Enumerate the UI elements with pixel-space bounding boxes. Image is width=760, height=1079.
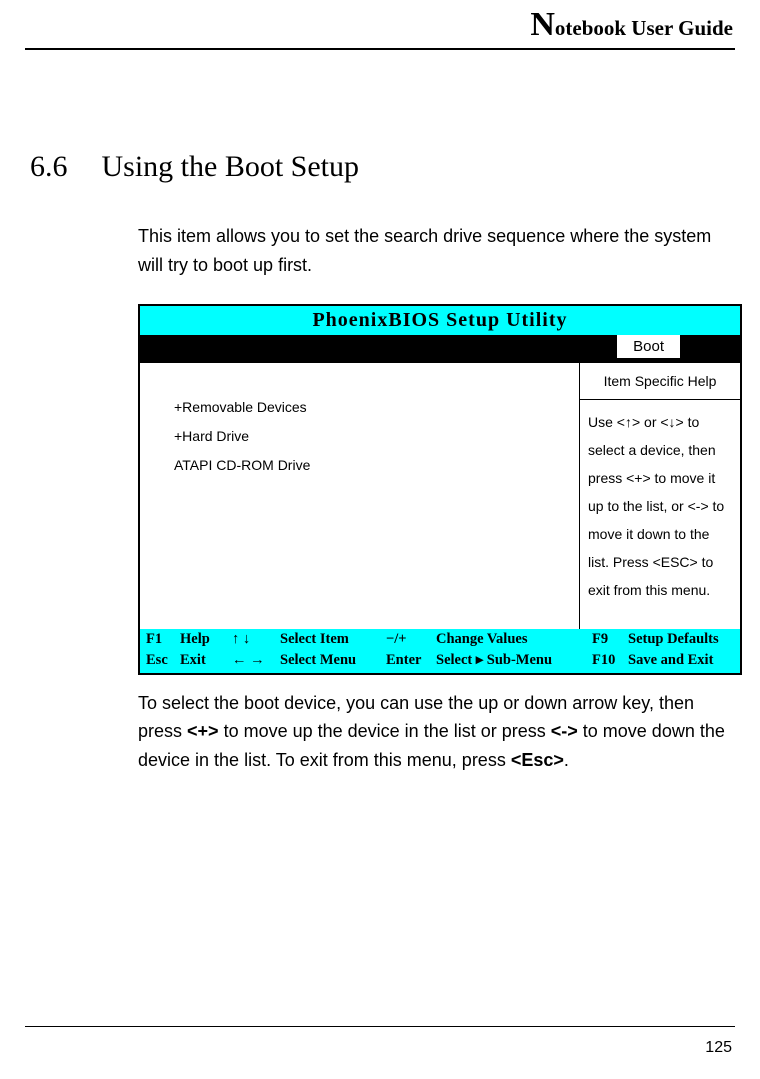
bios-main-area: +Removable Devices +Hard Drive ATAPI CD-… <box>140 363 740 629</box>
footer-rule <box>25 1026 735 1027</box>
bios-tab-boot: Boot <box>617 335 680 358</box>
page-header: Notebook User Guide <box>25 0 735 50</box>
section-title: Using the Boot Setup <box>102 150 360 183</box>
boot-device-item: +Hard Drive <box>174 422 569 451</box>
key-f1: F1 <box>146 631 180 648</box>
key-enter: Enter <box>386 652 436 669</box>
header-title: Notebook User Guide <box>530 6 733 44</box>
label-select-item: Select Item <box>280 631 386 648</box>
label-exit: Exit <box>180 652 232 669</box>
key-f10: F10 <box>592 652 628 669</box>
bios-device-list: +Removable Devices +Hard Drive ATAPI CD-… <box>140 363 580 629</box>
outro-text: to move up the device in the list or pre… <box>219 721 551 741</box>
arrows-leftright-icon: ← → <box>232 652 280 669</box>
help-body: Use <↑> or <↓> to select a device, then … <box>580 400 740 612</box>
footer-row-2: Esc Exit ← → Select Menu Enter Select ▸ … <box>146 650 734 671</box>
label-setup-defaults: Setup Defaults <box>628 631 734 648</box>
bios-setup-box: PhoenixBIOS Setup Utility Boot +Removabl… <box>138 304 742 675</box>
bios-footer: F1 Help ↑ ↓ Select Item −/+ Change Value… <box>140 629 740 673</box>
help-header: Item Specific Help <box>580 363 740 400</box>
arrows-updown-icon: ↑ ↓ <box>232 631 280 648</box>
label-help: Help <box>180 631 232 648</box>
keycap-minus: <-> <box>551 721 578 741</box>
bios-tab-bar: Boot <box>140 335 740 363</box>
page-content: 6.6 Using the Boot Setup This item allows… <box>0 50 760 775</box>
label-select-submenu: Select ▸ Sub-Menu <box>436 652 592 669</box>
bios-title: PhoenixBIOS Setup Utility <box>140 306 740 335</box>
key-f9: F9 <box>592 631 628 648</box>
header-dropcap: N <box>530 6 555 43</box>
section-heading: 6.6 Using the Boot Setup <box>30 150 730 184</box>
section-number: 6.6 <box>30 150 68 183</box>
boot-device-item: +Removable Devices <box>174 393 569 422</box>
boot-device-item: ATAPI CD-ROM Drive <box>174 451 569 480</box>
intro-paragraph: This item allows you to set the search d… <box>138 222 730 280</box>
page-number: 125 <box>705 1039 732 1057</box>
label-change-values: Change Values <box>436 631 592 648</box>
key-esc: Esc <box>146 652 180 669</box>
label-select-menu: Select Menu <box>280 652 386 669</box>
key-minus-plus: −/+ <box>386 631 436 648</box>
outro-paragraph: To select the boot device, you can use t… <box>138 689 730 775</box>
keycap-esc: <Esc> <box>511 750 564 770</box>
bios-help-panel: Item Specific Help Use <↑> or <↓> to sel… <box>580 363 740 629</box>
label-save-exit: Save and Exit <box>628 652 734 669</box>
outro-text: . <box>564 750 569 770</box>
keycap-plus: <+> <box>187 721 219 741</box>
footer-row-1: F1 Help ↑ ↓ Select Item −/+ Change Value… <box>146 629 734 650</box>
header-title-text: otebook User Guide <box>555 16 733 40</box>
